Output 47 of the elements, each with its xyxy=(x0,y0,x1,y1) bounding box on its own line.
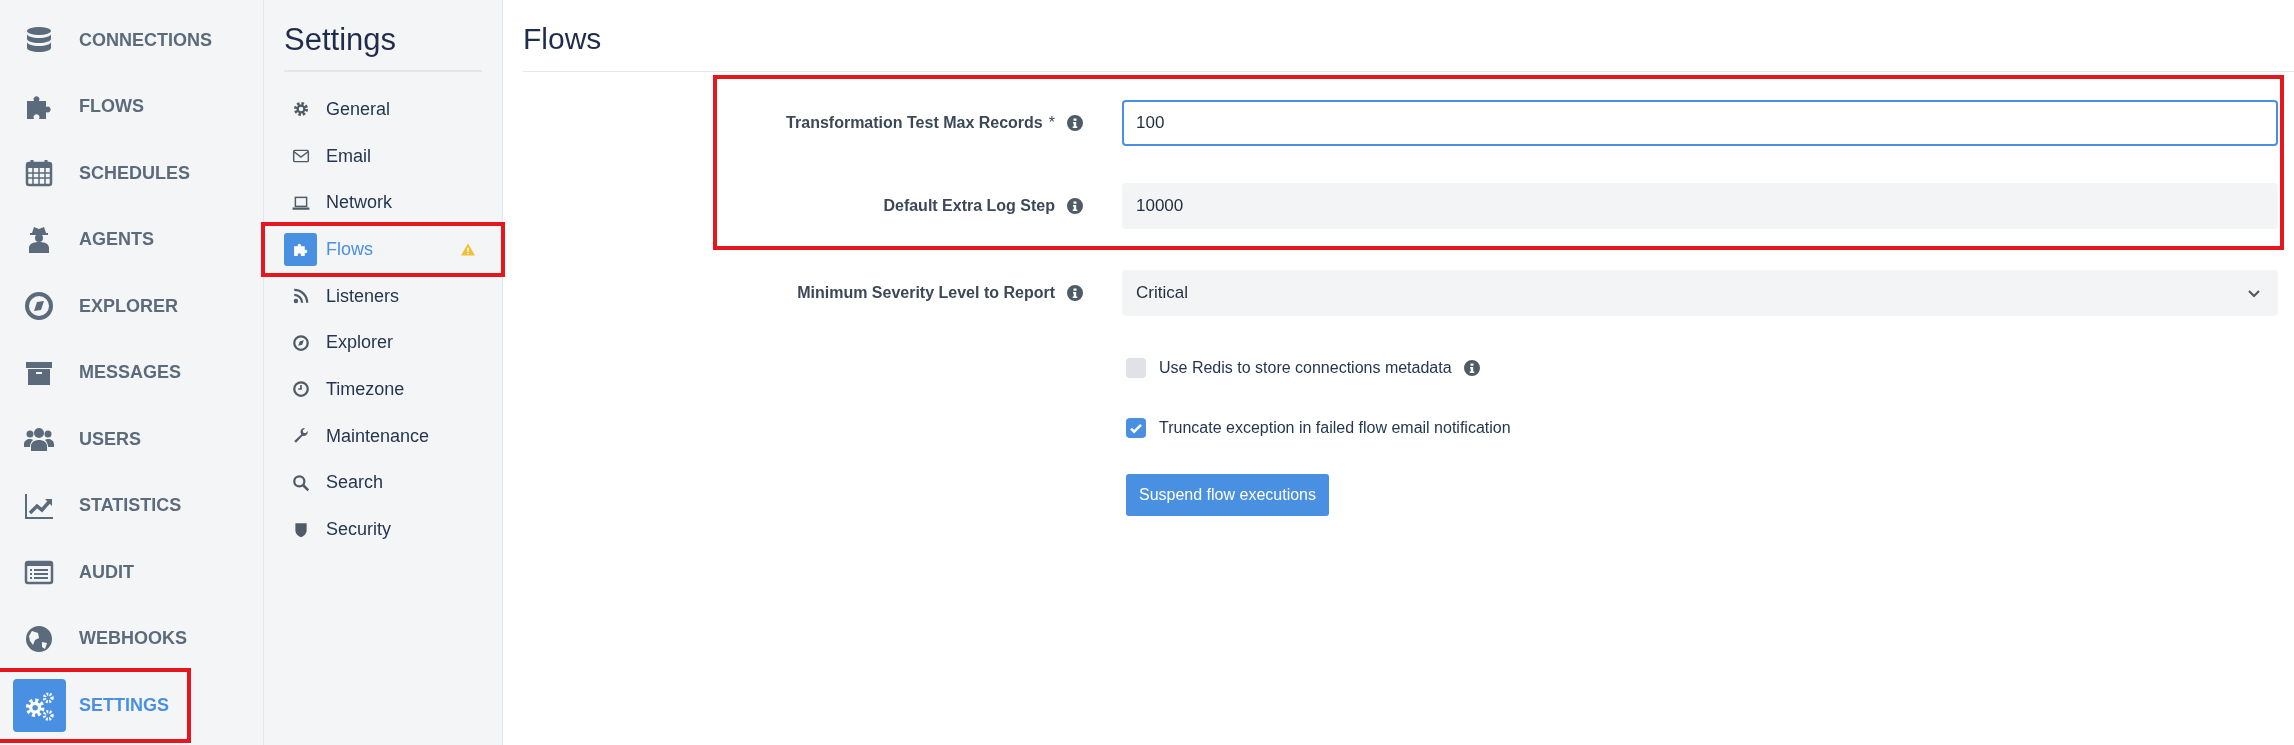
nav-item[interactable]: EXPLORER xyxy=(0,273,197,340)
gear-icon xyxy=(291,100,310,119)
settings-menu-item[interactable]: Email xyxy=(265,132,501,180)
settings-menu-item[interactable]: Search xyxy=(265,459,501,507)
nav-item[interactable]: AGENTS xyxy=(0,206,172,273)
nav-item[interactable]: MESSAGES xyxy=(0,339,200,406)
clock-icon xyxy=(291,380,310,399)
sidebar-title: Settings xyxy=(284,0,482,72)
checkbox[interactable] xyxy=(1126,418,1146,438)
field-label: Default Extra Log Step xyxy=(883,197,1055,215)
info-icon[interactable] xyxy=(1067,198,1083,214)
puzzle-icon xyxy=(284,232,317,266)
settings-menu-item[interactable]: General xyxy=(265,86,501,133)
field-label: Transformation Test Max Records xyxy=(786,114,1043,132)
severity-dropdown[interactable]: Critical xyxy=(1122,270,2278,316)
info-icon[interactable] xyxy=(1463,360,1480,376)
settings-menu-item[interactable]: Explorer xyxy=(265,319,501,367)
info-icon[interactable] xyxy=(1067,115,1083,131)
settings-menu-item[interactable]: Flows xyxy=(265,226,501,273)
nav-item[interactable]: USERS xyxy=(0,406,159,473)
field-label: Minimum Severity Level to Report xyxy=(797,284,1055,302)
nav-item[interactable]: FLOWS xyxy=(0,73,162,140)
checkbox[interactable] xyxy=(1126,358,1146,378)
page-title: Flows xyxy=(523,0,2294,72)
suspend-button[interactable]: Suspend flow executions xyxy=(1126,474,1329,516)
settings-menu-item[interactable]: Maintenance xyxy=(265,412,501,460)
nav-item[interactable]: AUDIT xyxy=(0,539,152,606)
settings-menu-item[interactable]: Network xyxy=(265,179,501,227)
settings-menu-item[interactable]: Listeners xyxy=(265,272,501,320)
rss-icon xyxy=(291,287,310,306)
settings-menu-item[interactable]: Timezone xyxy=(265,366,501,413)
gears-icon xyxy=(12,678,66,732)
required-mark: * xyxy=(1048,114,1055,132)
nav-item[interactable]: SCHEDULES xyxy=(0,140,208,207)
compass-icon xyxy=(291,333,310,352)
nav-item[interactable]: WEBHOOKS xyxy=(0,605,205,672)
nav-item[interactable]: CONNECTIONS xyxy=(0,7,230,74)
nav-item[interactable]: STATISTICS xyxy=(0,472,200,539)
settings-menu-item[interactable]: Security xyxy=(265,506,501,553)
text-input[interactable]: 10000 xyxy=(1122,183,2278,229)
compass-icon xyxy=(23,290,55,323)
nav-item[interactable]: SETTINGS xyxy=(0,672,187,739)
checkbox-label: Truncate exception in failed flow email notification xyxy=(1159,419,1511,437)
checkbox-label: Use Redis to store connections metadata xyxy=(1159,359,1452,377)
text-input[interactable]: 100 xyxy=(1122,100,2278,146)
search-icon xyxy=(291,473,310,492)
info-icon[interactable] xyxy=(1067,285,1083,301)
